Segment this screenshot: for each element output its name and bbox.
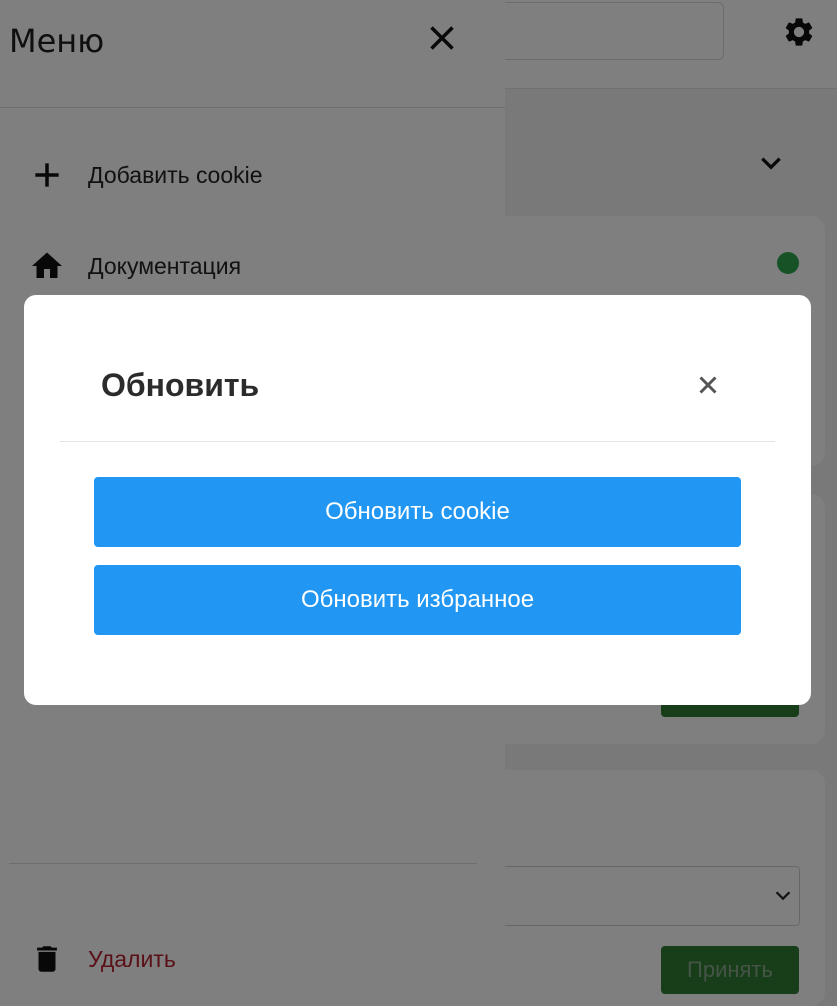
modal-title: Обновить <box>101 367 260 403</box>
close-icon[interactable] <box>692 369 724 401</box>
update-favorites-button[interactable]: Обновить избранное <box>94 565 741 635</box>
divider <box>60 441 775 442</box>
update-cookie-button[interactable]: Обновить cookie <box>94 477 741 547</box>
update-modal: Обновить Обновить cookie Обновить избран… <box>24 295 811 705</box>
